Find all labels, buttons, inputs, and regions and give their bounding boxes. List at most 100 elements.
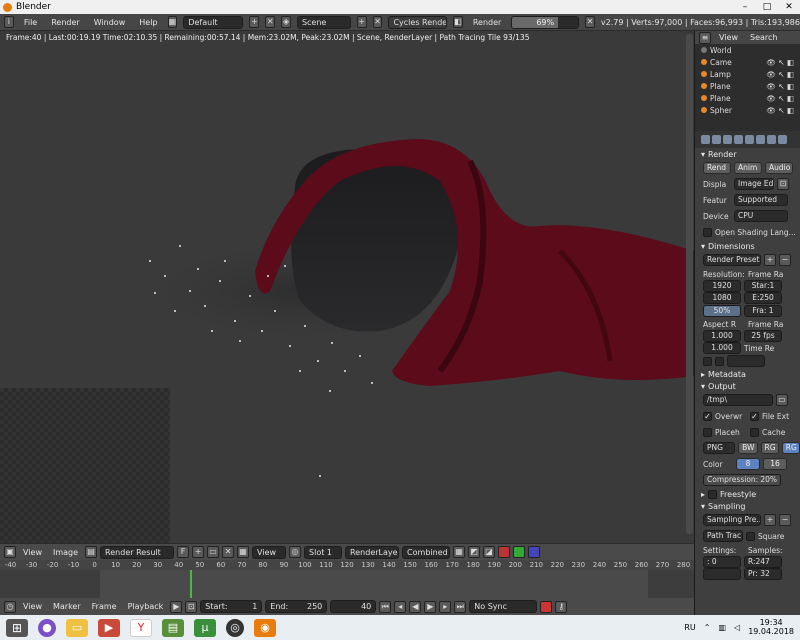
screen-layout-icon[interactable]: ▦: [167, 16, 178, 28]
tray-arrow-icon[interactable]: ⌃: [704, 623, 711, 632]
resolution-percentage-field[interactable]: 50%: [703, 305, 741, 317]
blue-channel-icon[interactable]: [528, 546, 541, 558]
preview-samples-field[interactable]: Pr: 32: [744, 568, 782, 580]
cache-checkbox[interactable]: [750, 427, 759, 437]
output-path-field[interactable]: /tmp\: [703, 394, 773, 406]
end-frame-field[interactable]: End: 250: [265, 600, 328, 613]
remove-scene-icon[interactable]: ✕: [372, 16, 383, 28]
outliner-type-icon[interactable]: ≡: [699, 31, 711, 44]
resolution-x-field[interactable]: 1920: [703, 280, 741, 292]
outliner-item-sphere[interactable]: Spher 👁 ↖ ◧: [695, 104, 800, 116]
image-name-field[interactable]: Render Result: [100, 545, 175, 559]
rgba-button[interactable]: RG: [781, 442, 800, 454]
placeholders-checkbox[interactable]: [703, 427, 712, 437]
menu-view[interactable]: View: [19, 548, 46, 557]
file-manager-icon[interactable]: ▤: [162, 618, 184, 637]
add-preset-icon[interactable]: +: [764, 254, 776, 266]
remove-layout-icon[interactable]: ✕: [265, 16, 276, 28]
lock-icon[interactable]: ⊡: [185, 600, 198, 613]
display-select[interactable]: Image Ed: [734, 178, 774, 190]
add-scene-icon[interactable]: +: [356, 16, 367, 28]
remove-sampling-preset-icon[interactable]: −: [779, 514, 791, 526]
outliner-item-plane-2[interactable]: Plane 👁 ↖ ◧: [695, 92, 800, 104]
slot-select[interactable]: Slot 1: [304, 545, 343, 559]
new-image-icon[interactable]: +: [192, 546, 205, 558]
time-remap-field[interactable]: [727, 355, 765, 367]
jump-start-icon[interactable]: ⏮: [379, 600, 392, 613]
green-channel-icon[interactable]: [513, 546, 526, 558]
file-extensions-checkbox[interactable]: ✓: [750, 411, 759, 421]
cancel-render-icon[interactable]: ✕: [585, 16, 595, 28]
file-format-select[interactable]: PNG: [703, 442, 736, 454]
menu-playback[interactable]: Playback: [124, 602, 168, 611]
preview-range-icon[interactable]: ▶: [170, 600, 183, 613]
keying-set-icon[interactable]: ⚷: [555, 600, 568, 613]
outliner-item-lamp[interactable]: Lamp 👁 ↖ ◧: [695, 68, 800, 80]
image-editor-type-icon[interactable]: ▣: [4, 546, 16, 558]
feature-set-select[interactable]: Supported: [734, 194, 788, 206]
obs-icon[interactable]: ◎: [226, 618, 244, 637]
frame-start-field[interactable]: Star:1: [744, 280, 782, 292]
network-icon[interactable]: ▥: [718, 623, 726, 632]
clock[interactable]: 19:34 19.04.2018: [748, 618, 794, 636]
compression-slider[interactable]: Compression: 20%: [703, 474, 781, 486]
modifiers-tab-icon[interactable]: [767, 135, 776, 144]
play-reverse-icon[interactable]: ◀: [409, 600, 422, 613]
render-tab-icon[interactable]: [701, 135, 710, 144]
resolution-y-field[interactable]: 1080: [703, 292, 741, 304]
render-pass-select[interactable]: Combined: [402, 545, 451, 559]
menu-render[interactable]: Render: [47, 18, 83, 27]
menu-file[interactable]: File: [20, 18, 41, 27]
square-samples-checkbox[interactable]: [746, 531, 755, 541]
render-presets-select[interactable]: Render Presets: [703, 254, 761, 266]
viewport-scrollbar[interactable]: [686, 34, 693, 534]
torrent-client-icon[interactable]: µ: [194, 618, 216, 637]
aspect-x-field[interactable]: 1.000: [703, 330, 741, 342]
clamp-field[interactable]: [703, 568, 741, 580]
render-engine-select[interactable]: Cycles Render: [388, 15, 447, 29]
freestyle-section-header[interactable]: ▸ Freestyle: [695, 488, 800, 500]
material-tab-icon[interactable]: [778, 135, 787, 144]
sampling-presets-select[interactable]: Sampling Pre...: [703, 514, 761, 526]
pivot-icon[interactable]: ◎: [289, 546, 302, 558]
media-player-icon[interactable]: ▶: [98, 618, 120, 637]
image-browse-icon[interactable]: ▤: [85, 546, 98, 558]
maximize-button[interactable]: □: [756, 0, 778, 14]
current-frame-field[interactable]: 40: [330, 600, 377, 613]
folder-icon[interactable]: ▭: [776, 394, 788, 406]
scene-tab-icon[interactable]: [723, 135, 732, 144]
open-image-icon[interactable]: ▭: [207, 546, 220, 558]
outliner-menu-view[interactable]: View: [715, 33, 742, 42]
next-keyframe-icon[interactable]: ▸: [439, 600, 452, 613]
menu-help[interactable]: Help: [135, 18, 161, 27]
outliner-item-world[interactable]: World: [695, 44, 800, 56]
color-depth-16-button[interactable]: 16: [763, 458, 787, 470]
start-button-icon[interactable]: ⊞: [6, 618, 28, 637]
view-mode-select[interactable]: View: [252, 545, 287, 559]
sampling-section-header[interactable]: ▾ Sampling: [695, 500, 800, 512]
render-layer-select[interactable]: RenderLayer: [345, 545, 400, 559]
border-checkbox[interactable]: [703, 356, 712, 366]
metadata-section-header[interactable]: ▸ Metadata: [695, 368, 800, 380]
start-frame-field[interactable]: Start: 1: [200, 600, 263, 613]
z-buffer-icon[interactable]: ◪: [483, 546, 496, 558]
overwrite-checkbox[interactable]: ✓: [703, 411, 712, 421]
view-mode-icon[interactable]: ▦: [237, 546, 250, 558]
color-depth-8-button[interactable]: 8: [736, 458, 760, 470]
freestyle-checkbox[interactable]: [708, 489, 718, 499]
alpha-icon[interactable]: ◩: [468, 546, 481, 558]
remove-preset-icon[interactable]: −: [779, 254, 791, 266]
lock-interface-icon[interactable]: ⊡: [777, 178, 789, 190]
jump-end-icon[interactable]: ⏭: [454, 600, 467, 613]
fps-select[interactable]: 25 fps: [744, 330, 782, 342]
render-section-header[interactable]: ▾ Render: [695, 148, 800, 160]
sync-mode-select[interactable]: No Sync: [469, 600, 538, 613]
prev-keyframe-icon[interactable]: ◂: [394, 600, 407, 613]
image-editor-viewport[interactable]: Frame:40 | Last:00:19.19 Time:02:10.35 |…: [0, 31, 694, 543]
bw-button[interactable]: BW: [738, 442, 758, 454]
device-select[interactable]: CPU: [734, 210, 788, 222]
open-shading-checkbox[interactable]: [703, 227, 712, 237]
aspect-y-field[interactable]: 1.000: [703, 342, 741, 354]
add-sampling-preset-icon[interactable]: +: [764, 514, 776, 526]
dimensions-section-header[interactable]: ▾ Dimensions: [695, 240, 800, 252]
